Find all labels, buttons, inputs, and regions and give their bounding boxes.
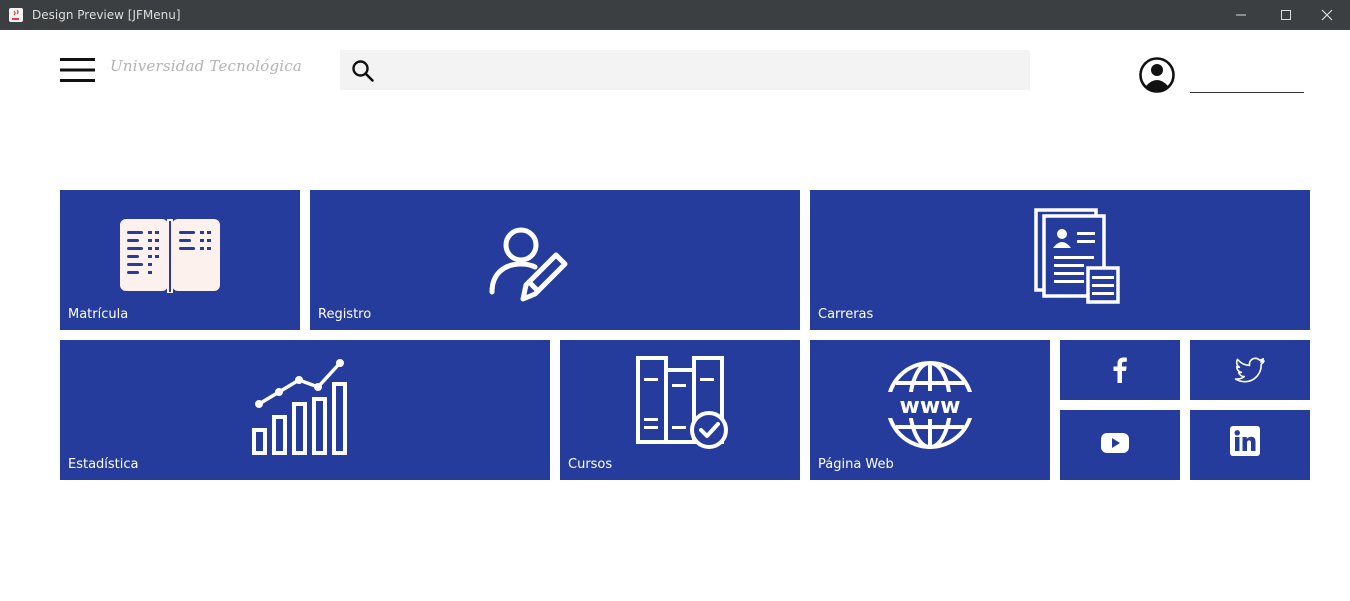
tile-matricula[interactable]: Matrícula: [60, 190, 300, 330]
tile-label: Matrícula: [68, 307, 129, 322]
resume-documents-icon: [1034, 208, 1120, 304]
window-titlebar: Design Preview [JFMenu]: [0, 0, 1350, 30]
linkedin-icon: [1230, 426, 1260, 456]
www-globe-icon: www: [884, 361, 976, 449]
books-check-icon: [636, 356, 728, 449]
tile-label: Estadística: [68, 457, 139, 472]
close-icon: [1321, 9, 1333, 21]
search-input[interactable]: [386, 56, 1020, 86]
youtube-icon: [1101, 433, 1129, 453]
brand-title: Universidad Tecnológica: [110, 57, 303, 75]
maximize-button[interactable]: [1263, 0, 1309, 30]
tile-label: Cursos: [568, 457, 613, 472]
tile-label: Registro: [318, 307, 372, 322]
user-avatar-icon[interactable]: [1138, 56, 1176, 94]
facebook-icon: [1113, 357, 1127, 383]
tile-label: Página Web: [818, 457, 894, 472]
twitter-icon: [1234, 357, 1265, 383]
tile-facebook[interactable]: [1060, 340, 1180, 400]
java-app-icon: [9, 8, 23, 22]
tile-youtube[interactable]: [1060, 410, 1180, 480]
tile-twitter[interactable]: [1190, 340, 1310, 400]
search-icon[interactable]: [351, 59, 375, 83]
svg-text:www: www: [900, 394, 961, 419]
username-field[interactable]: [1190, 66, 1304, 93]
bar-chart-trend-icon: [252, 359, 347, 455]
tile-pagina-web[interactable]: www Página Web: [810, 340, 1050, 480]
minimize-icon: [1236, 14, 1246, 16]
maximize-icon: [1281, 10, 1291, 20]
close-button[interactable]: [1304, 0, 1350, 30]
tile-linkedin[interactable]: [1190, 410, 1310, 480]
search-bar[interactable]: [340, 50, 1030, 90]
minimize-button[interactable]: [1218, 0, 1264, 30]
open-book-icon: [120, 219, 220, 293]
tile-cursos[interactable]: Cursos: [560, 340, 800, 480]
tile-estadistica[interactable]: Estadística: [60, 340, 550, 480]
user-edit-icon: [489, 227, 568, 302]
menu-hamburger-icon[interactable]: [60, 57, 95, 83]
window-title: Design Preview [JFMenu]: [32, 8, 181, 22]
tile-carreras[interactable]: Carreras: [810, 190, 1310, 330]
tile-registro[interactable]: Registro: [310, 190, 800, 330]
tile-label: Carreras: [818, 307, 874, 322]
